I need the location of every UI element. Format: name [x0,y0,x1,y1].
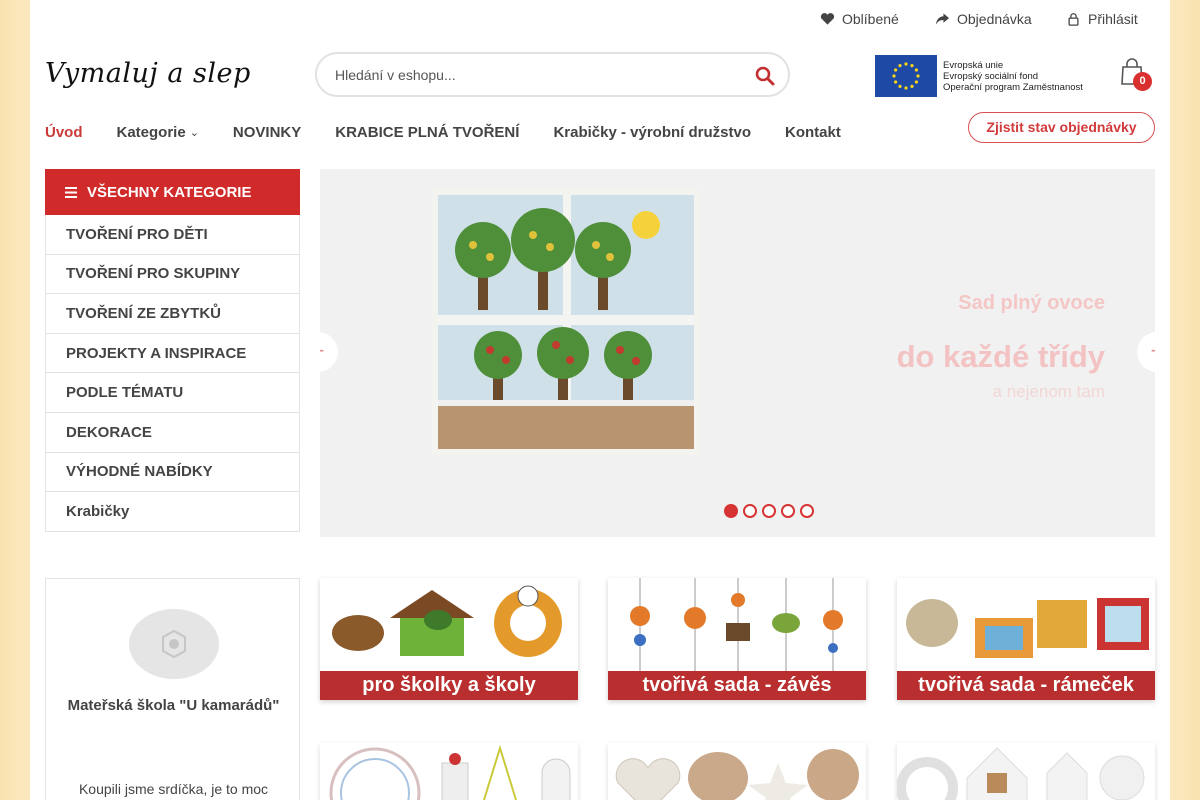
banner-image [897,578,1155,671]
top-utility-bar: Oblíbené Objednávka Přihlásit [30,0,1170,38]
nav-item-categories-label: Kategorie [116,124,186,141]
page: Oblíbené Objednávka Přihlásit Vymaluj a … [30,0,1170,800]
share-arrow-icon [935,13,950,25]
menu-icon [65,186,77,198]
banner-caption: pro školky a školy [320,671,578,700]
chevron-down-icon: ⌄ [189,127,199,139]
cart-count-badge: 0 [1133,72,1152,91]
orders-link[interactable]: Objednávka [935,11,1032,27]
placeholder-image-icon [162,629,186,659]
eu-line-1: Evropská unie [943,59,1004,71]
orders-label: Objednávka [957,11,1032,27]
category-item[interactable]: VÝHODNÉ NABÍDKY [46,453,299,493]
slider-prev-arrow[interactable]: − [320,332,338,372]
slider-dot[interactable] [762,504,776,518]
lock-icon [1068,13,1079,26]
eu-funding-logo: Evropská unie Evropský sociální fond Ope… [875,55,1085,97]
nav-item-boxes-cooperative[interactable]: Krabičky - výrobní družstvo [553,124,751,141]
hero-slider: Sad plný ovoce do každé třídy a nejenom … [320,169,1155,537]
banner-cardboard-shapes[interactable] [608,743,866,800]
slider-dot[interactable] [743,504,757,518]
heart-icon [820,13,835,25]
banner-hanging-set[interactable]: tvořivá sada - závěs [608,578,866,700]
banner-wooden-shapes[interactable] [897,743,1155,800]
eu-line-3: Operační program Zaměstnanost [943,81,1083,93]
eu-text: Evropská unie Evropský sociální fond Ope… [943,60,1083,93]
review-text: Koupili jsme srdíčka, je to moc [78,781,269,797]
category-item[interactable]: TVOŘENÍ PRO DĚTI [46,215,299,255]
banner-image [608,743,866,800]
slide-caption: a nejenom tam [992,382,1105,401]
nav-item-creative-box[interactable]: KRABICE PLNÁ TVOŘENÍ [335,124,519,141]
category-item[interactable]: TVOŘENÍ ZE ZBYTKŮ [46,294,299,334]
banner-image [608,578,866,671]
order-status-button[interactable]: Zjistit stav objednávky [968,112,1155,143]
banner-frame-set[interactable]: tvořivá sada - rámeček [897,578,1155,700]
login-label: Přihlásit [1088,11,1138,27]
nav-item-home[interactable]: Úvod [45,124,83,141]
category-item[interactable]: Krabičky [46,492,299,532]
nav-item-contact[interactable]: Kontakt [785,124,841,141]
category-item[interactable]: PODLE TÉMATU [46,373,299,413]
category-item[interactable]: TVOŘENÍ PRO SKUPINY [46,255,299,295]
banner-image [320,578,578,671]
category-list: TVOŘENÍ PRO DĚTI TVOŘENÍ PRO SKUPINY TVO… [45,215,300,532]
main-nav: Úvod Kategorie ⌄ NOVINKY KRABICE PLNÁ TVO… [45,124,841,141]
slider-dot[interactable] [781,504,795,518]
slider-dot[interactable] [724,504,738,518]
slider-dots [724,504,814,518]
reviewer-name: Mateřská škola "U kamarádů" [67,697,280,714]
banner-caption: tvořivá sada - závěs [608,671,866,700]
all-categories-header[interactable]: VŠECHNY KATEGORIE [45,169,300,215]
category-item[interactable]: DEKORACE [46,413,299,453]
banner-string-art[interactable] [320,743,578,800]
nav-item-categories[interactable]: Kategorie ⌄ [117,124,199,141]
favorites-label: Oblíbené [842,11,899,27]
slide-title: do každé třídy [896,339,1105,374]
slider-dot[interactable] [800,504,814,518]
all-categories-label: VŠECHNY KATEGORIE [87,183,252,201]
favorites-link[interactable]: Oblíbené [820,11,899,27]
banner-caption: tvořivá sada - rámeček [897,671,1155,700]
slider-next-arrow[interactable]: − [1137,332,1155,372]
customer-review: Mateřská škola "U kamarádů" Koupili jsme… [45,578,300,800]
eu-line-2: Evropský sociální fond [943,70,1039,82]
nav-item-news[interactable]: NOVINKY [233,124,301,141]
slide-image[interactable] [432,189,700,455]
banner-image [320,743,578,800]
login-link[interactable]: Přihlásit [1066,11,1138,27]
banner-schools[interactable]: pro školky a školy [320,578,578,700]
eu-flag-icon [875,55,937,97]
avatar [129,609,219,679]
slide-subtitle: Sad plný ovoce [958,292,1105,314]
category-item[interactable]: PROJEKTY A INSPIRACE [46,334,299,374]
banner-image [897,743,1155,800]
search-icon[interactable] [754,65,776,87]
cart-button[interactable]: 0 [1118,58,1158,92]
search-input[interactable] [335,65,735,85]
site-logo[interactable]: Vymaluj a slep [45,58,251,89]
search-box [315,52,790,97]
